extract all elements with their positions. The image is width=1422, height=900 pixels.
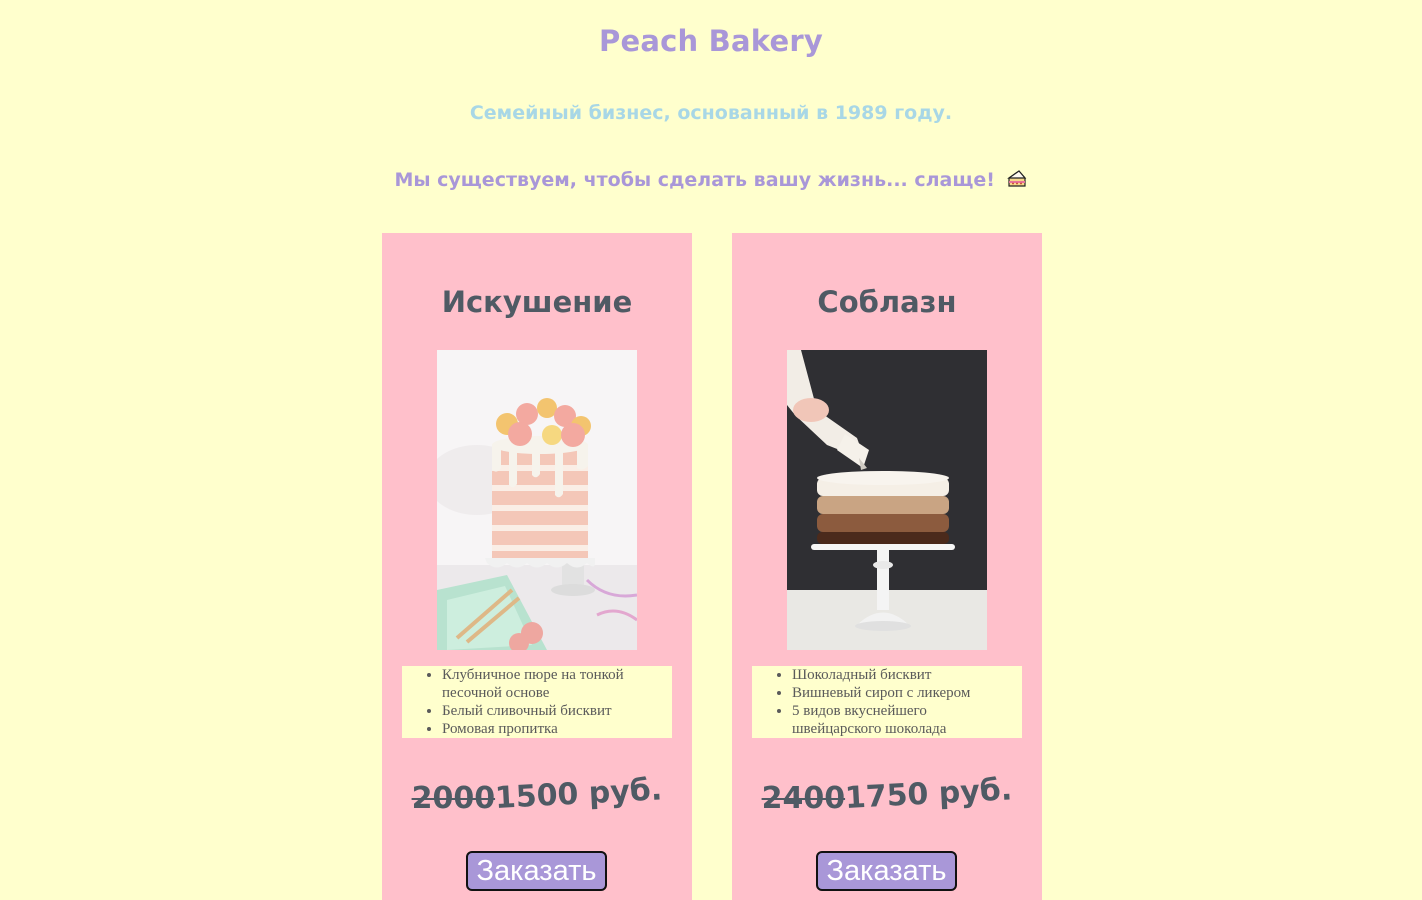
order-button[interactable]: Заказать (466, 851, 607, 891)
product-image-chocolate-cake (787, 350, 987, 650)
old-price: 2400 (761, 781, 846, 816)
new-price: 1750 руб. (844, 772, 1014, 816)
price: 20001500 руб. (382, 772, 692, 816)
ingredients-list: Клубничное пюре на тонкой песочной основ… (402, 666, 672, 738)
ingredient-item: Вишневый сироп с ликером (792, 684, 1014, 702)
mission-text: Мы существуем, чтобы сделать вашу жизнь.… (394, 169, 995, 191)
ingredient-item: Белый сливочный бисквит (442, 702, 664, 720)
mission-statement: Мы существуем, чтобы сделать вашу жизнь.… (0, 168, 1422, 191)
product-image-drip-cake (437, 350, 637, 650)
ingredient-item: 5 видов вкуснейшего швейцарского шоколад… (792, 702, 1014, 738)
new-price: 1500 руб. (494, 772, 664, 816)
site-title: Peach Bakery (599, 24, 823, 58)
cake-slice-icon (1006, 168, 1028, 190)
ingredient-item: Клубничное пюре на тонкой песочной основ… (442, 666, 664, 702)
price: 24001750 руб. (732, 772, 1042, 816)
tagline: Семейный бизнес, основанный в 1989 году. (469, 102, 953, 124)
product-card: Соблазн Шоколадный бисквит Вишневый сиро… (732, 233, 1042, 900)
ingredients-list: Шоколадный бисквит Вишневый сироп с лике… (752, 666, 1022, 738)
product-card: Искушение • Клубничное пюре на тонкой пе… (382, 233, 692, 900)
product-title: Соблазн (817, 285, 957, 319)
ingredient-item: Ромовая пропитка (442, 720, 664, 738)
ingredient-item: Шоколадный бисквит (792, 666, 1014, 684)
product-title: Искушение (441, 285, 633, 319)
order-button[interactable]: Заказать (816, 851, 957, 891)
old-price: 2000 (411, 781, 496, 816)
